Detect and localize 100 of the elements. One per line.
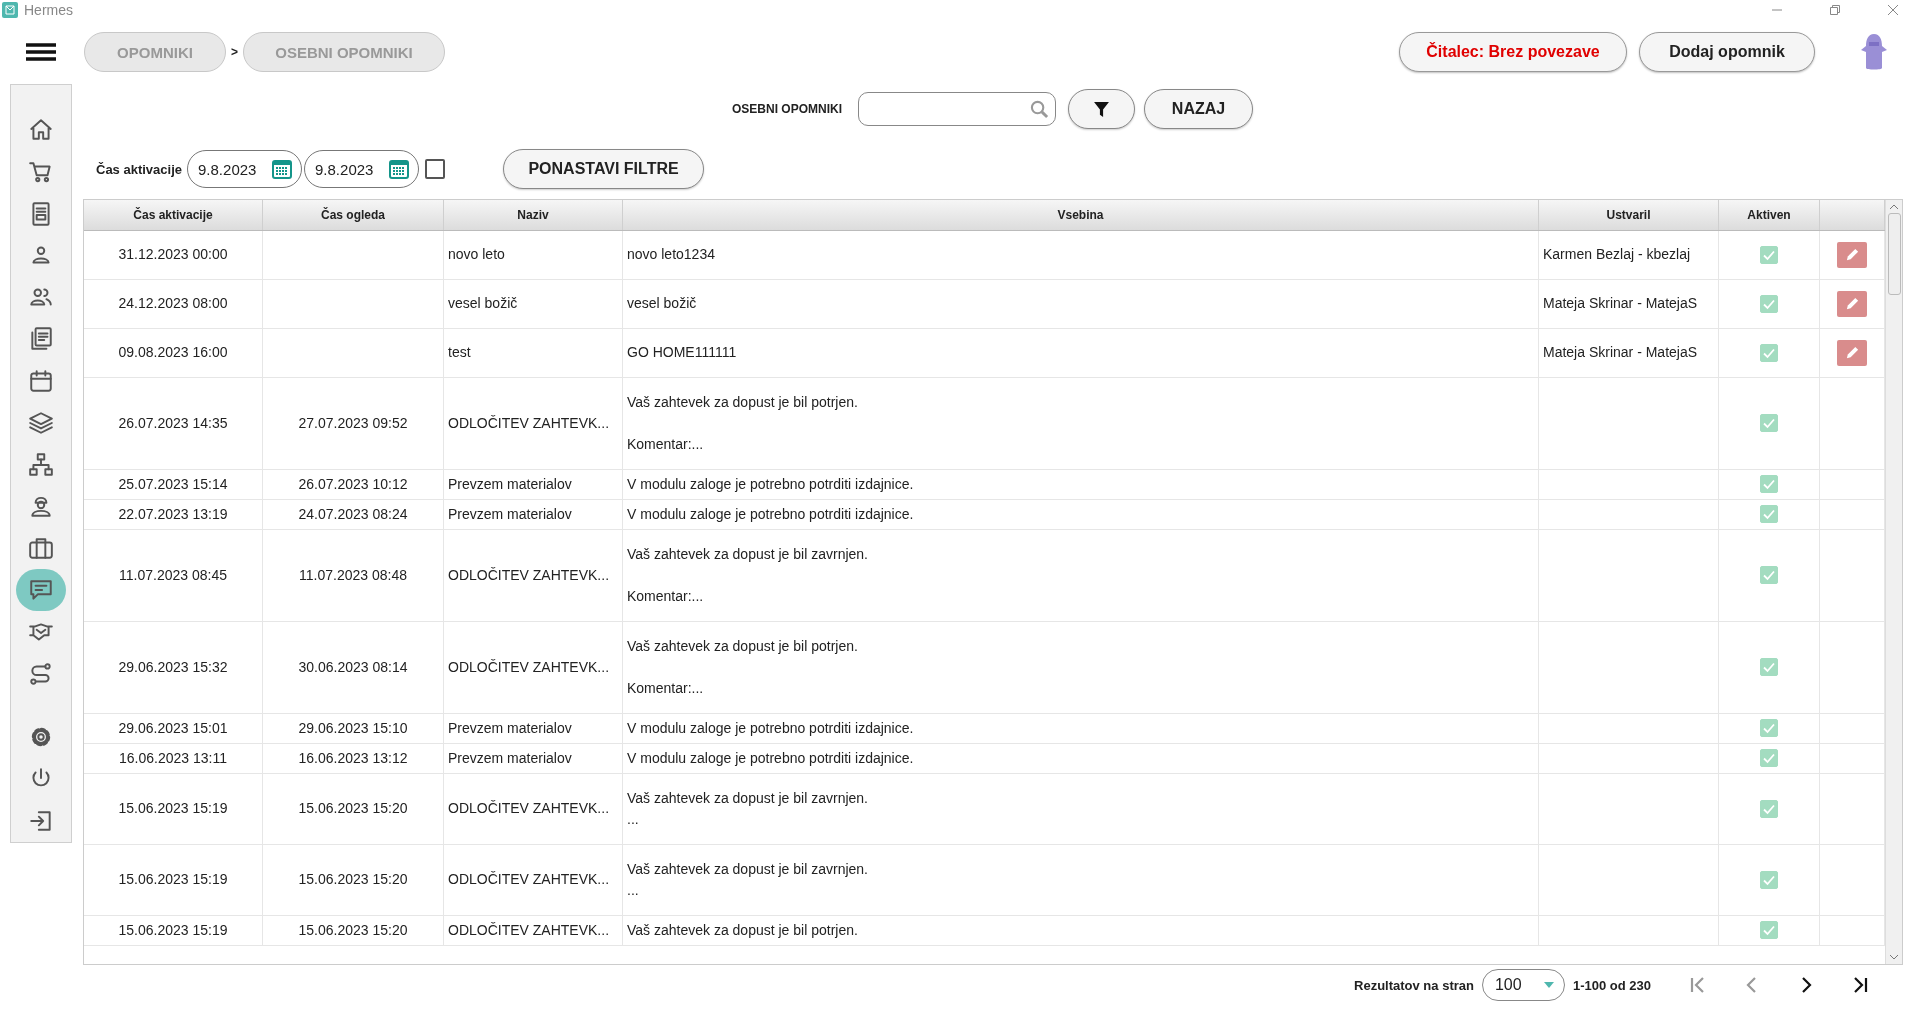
table-cell-text: test	[448, 343, 471, 363]
scrollbar-thumb[interactable]	[1887, 213, 1901, 295]
avatar-icon[interactable]	[1859, 32, 1889, 72]
table-cell-text: vesel božič	[448, 294, 518, 314]
table-cell-text: Prevzem materialov	[448, 748, 572, 768]
table-cell-text: Prevzem materialov	[448, 474, 572, 494]
filter-label: Čas aktivacije	[96, 161, 182, 177]
edit-button[interactable]	[1837, 241, 1867, 268]
table-cell-text: 26.07.2023 10:12	[298, 474, 408, 494]
calendar-icon[interactable]	[389, 159, 409, 179]
table-cell-text: novo leto	[448, 245, 505, 265]
table-cell-text: V modulu zaloge je potrebno potrditi izdajnice.	[627, 474, 914, 494]
table-cell-text: V modulu zaloge je potrebno potrditi izdajnice.	[627, 504, 914, 524]
close-icon[interactable]	[1887, 4, 1899, 16]
sidebar-button[interactable]	[16, 569, 66, 611]
edit-button[interactable]	[1837, 339, 1867, 366]
first-page-icon	[1690, 976, 1706, 994]
restore-icon[interactable]	[1829, 4, 1841, 16]
search-label: OSEBNI OPOMNIKI	[732, 102, 842, 116]
checkmark-icon	[1762, 721, 1776, 736]
table-cell-text: 26.07.2023 14:35	[118, 413, 228, 433]
column-header[interactable]: Čas aktivacije	[84, 200, 263, 230]
filter-button[interactable]	[1068, 89, 1135, 129]
table-cell-text: Mateja Skrinar - MatejaS	[1543, 294, 1698, 314]
table-cell-text: V modulu zaloge je potrebno potrditi izdajnice.	[627, 748, 914, 768]
table-cell-text: V modulu zaloge je potrebno potrditi izdajnice.	[627, 718, 914, 738]
table-cell-text: novo leto1234	[627, 245, 715, 265]
checkmark-icon	[1762, 416, 1776, 431]
table-cell-text: 09.08.2023 16:00	[118, 343, 228, 363]
table-cell-text: Vaš zahtevek za dopust je bil potrjen. Komentar:...	[627, 636, 858, 698]
date-value: 9.8.2023	[198, 160, 257, 178]
table-cell-text: ODLOČITEV ZAHTEVK...	[448, 657, 610, 677]
scroll-up-icon[interactable]	[1889, 204, 1899, 210]
table-cell-text: Vaš zahtevek za dopust je bil zavrnjen. ...	[627, 859, 868, 900]
page-range: 1-100 od 230	[1572, 977, 1651, 993]
documents-icon	[28, 326, 54, 353]
table-cell-text: 15.06.2023 15:20	[298, 920, 408, 940]
home-icon	[28, 116, 54, 143]
table-cell-text: 25.07.2023 15:14	[118, 474, 228, 494]
column-header[interactable]: Aktiven	[1719, 200, 1820, 230]
scroll-down-icon[interactable]	[1889, 954, 1899, 960]
last-page-icon	[1852, 976, 1868, 994]
checkmark-icon	[1762, 568, 1776, 583]
checkbox[interactable]	[425, 159, 445, 179]
search-icon[interactable]	[1030, 99, 1049, 119]
column-header[interactable]: Ustvaril	[1539, 200, 1719, 230]
table-cell-text: 29.06.2023 15:10	[298, 718, 408, 738]
checkmark-icon	[1762, 477, 1776, 492]
table-cell-text: Vaš zahtevek za dopust je bil zavrnjen. ...	[627, 788, 868, 829]
checkmark-icon	[1762, 507, 1776, 522]
table-cell-text: Vaš zahtevek za dopust je bil potrjen.	[627, 920, 858, 940]
table-cell-text: ODLOČITEV ZAHTEVK...	[448, 799, 610, 819]
table-cell-text: 30.06.2023 08:14	[298, 657, 408, 677]
edit-button[interactable]	[1837, 290, 1867, 317]
back-button[interactable]: NAZAJ	[1144, 89, 1253, 129]
checkmark-icon	[1762, 923, 1776, 938]
table-cell-text: 22.07.2023 13:19	[118, 504, 228, 524]
pencil-icon	[1844, 345, 1860, 361]
checkmark-icon	[1762, 751, 1776, 766]
reader-status-button[interactable]: Čitalec: Brez povezave	[1399, 32, 1627, 72]
briefcase-icon	[28, 535, 54, 562]
table-cell-text: 24.07.2023 08:24	[298, 504, 408, 524]
calendar-icon	[28, 367, 54, 394]
route-icon	[28, 660, 54, 687]
sitemap-icon	[28, 451, 54, 478]
window-title: Hermes	[24, 2, 73, 18]
table-cell-text: GO HOME111111	[627, 343, 737, 363]
table-cell-text: 15.06.2023 15:19	[118, 870, 228, 890]
page-size-label: Rezultatov na stran	[1354, 977, 1474, 993]
table-cell-text: 15.06.2023 15:20	[298, 870, 408, 890]
calendar-icon[interactable]	[272, 159, 292, 179]
scrollbar[interactable]	[1885, 200, 1902, 964]
column-header[interactable]: Čas ogleda	[263, 200, 444, 230]
menu-icon[interactable]	[26, 42, 56, 62]
table-cell-text: Vaš zahtevek za dopust je bil zavrnjen. Komentar:...	[627, 544, 868, 606]
table-cell-text: Prevzem materialov	[448, 504, 572, 524]
table-cell-text: 16.06.2023 13:12	[298, 748, 408, 768]
table-cell-text: ODLOČITEV ZAHTEVK...	[448, 565, 610, 585]
table-cell-text: 11.07.2023 08:48	[299, 565, 407, 585]
table-cell-text: 15.06.2023 15:20	[298, 799, 408, 819]
table-cell-text: Mateja Skrinar - MatejaS	[1543, 343, 1698, 363]
filter-icon	[1093, 100, 1110, 118]
table-cell-text: 31.12.2023 00:00	[118, 245, 228, 265]
date-value: 9.8.2023	[315, 160, 374, 178]
checkmark-icon	[1762, 660, 1776, 675]
search-field[interactable]	[858, 92, 1056, 126]
table-cell-text: Vaš zahtevek za dopust je bil potrjen. Komentar:...	[627, 392, 858, 454]
column-header[interactable]: Vsebina	[623, 200, 1539, 230]
table-cell-text: 27.07.2023 09:52	[298, 413, 408, 433]
table-cell-text: 15.06.2023 15:19	[118, 799, 228, 819]
add-reminder-button[interactable]: Dodaj opomnik	[1639, 32, 1815, 72]
table-cell-text: 24.12.2023 08:00	[118, 294, 228, 314]
dropdown-caret-icon	[1543, 982, 1554, 988]
table-cell-text: vesel božič	[627, 294, 697, 314]
pencil-icon	[1844, 247, 1860, 263]
column-header[interactable]: Naziv	[444, 200, 623, 230]
pencil-icon	[1844, 296, 1860, 312]
reset-filters-button[interactable]: PONASTAVI FILTRE	[503, 149, 704, 189]
table-cell-text: Karmen Bezlaj - kbezlaj	[1543, 245, 1691, 265]
table-cell-text: 29.06.2023 15:01	[118, 718, 228, 738]
